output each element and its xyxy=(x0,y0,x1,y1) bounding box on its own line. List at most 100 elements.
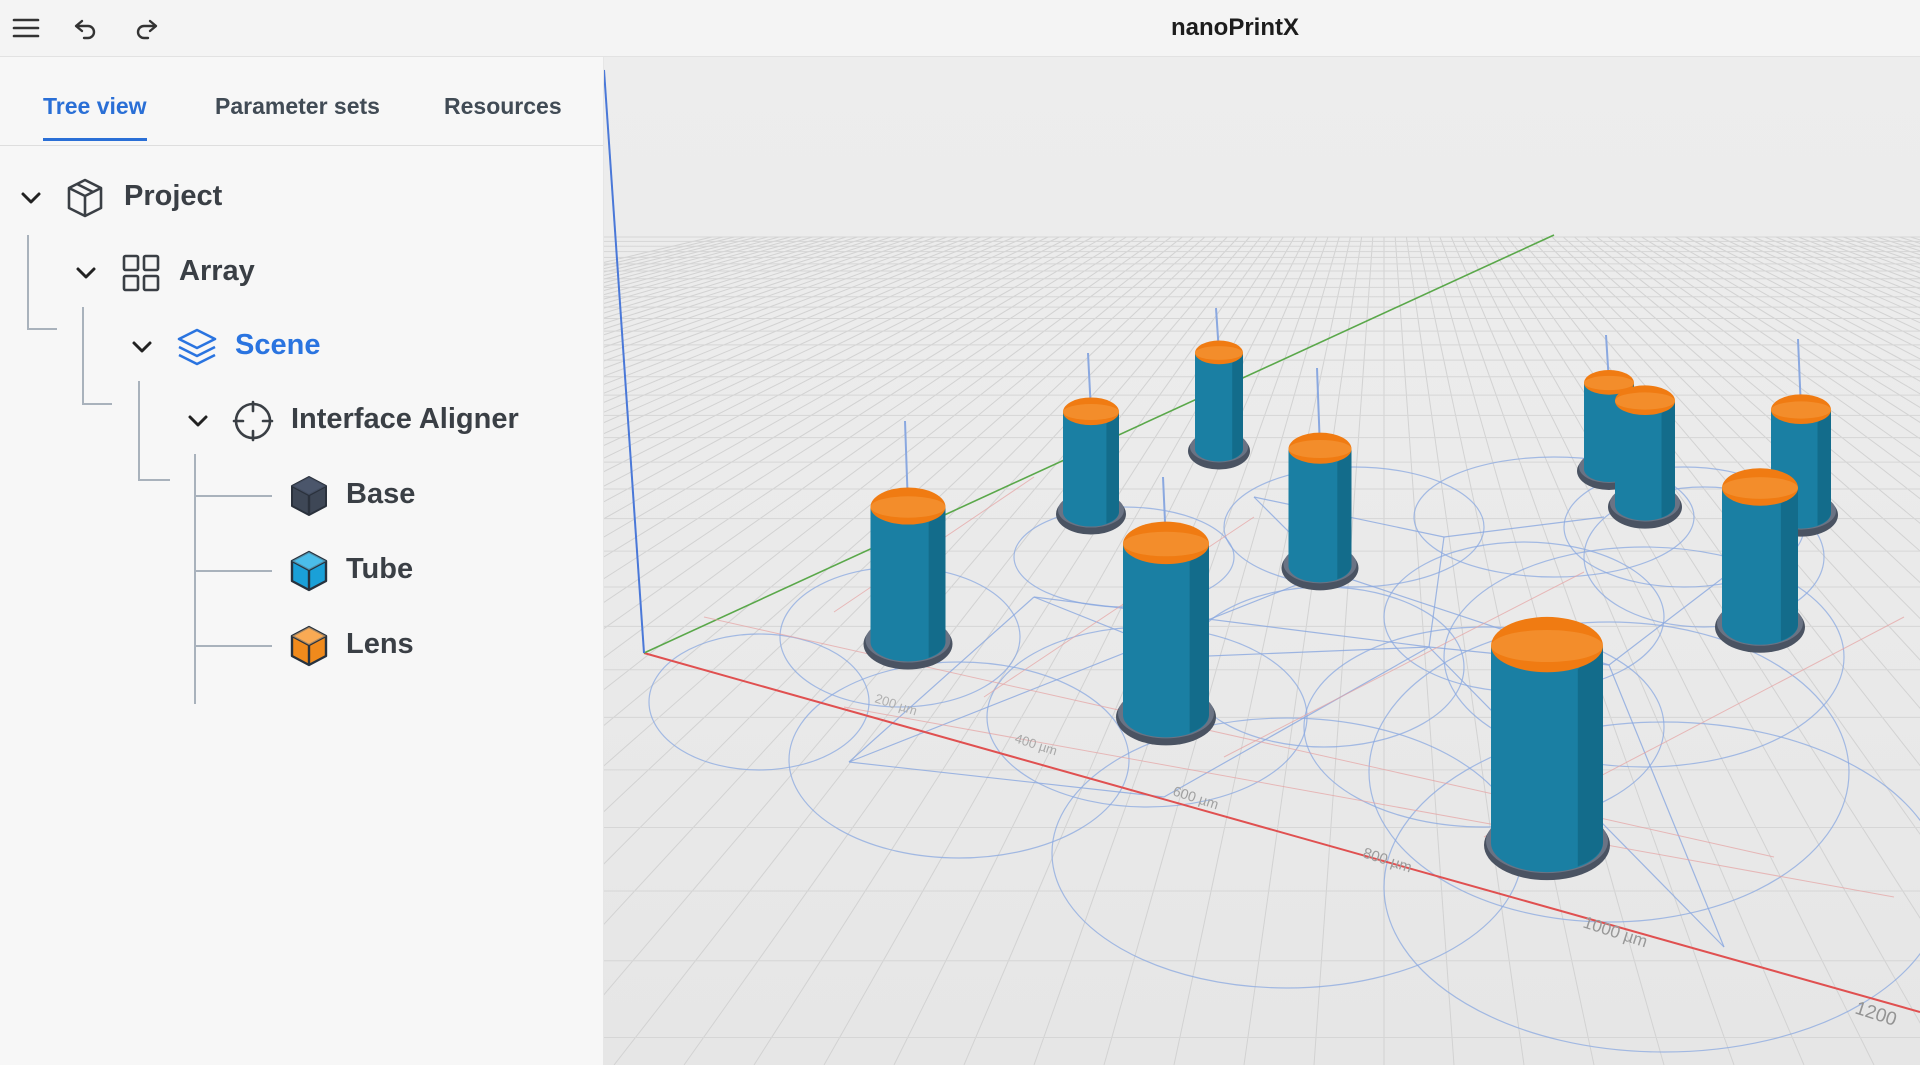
tree-item-tube[interactable]: Tube xyxy=(346,553,413,586)
axis-tick-label: 1000 µm xyxy=(1581,913,1650,952)
redo-button[interactable] xyxy=(126,8,166,48)
chevron-down-icon[interactable] xyxy=(128,333,156,361)
tree-connector xyxy=(194,495,272,497)
scene-canvas[interactable]: 200 µm 400 µm 600 µm 800 µm 1000 µm 1200 xyxy=(604,57,1920,1065)
printed-structure[interactable] xyxy=(1484,616,1610,881)
structure-lens-highlight xyxy=(1584,375,1634,391)
tree-connector xyxy=(194,570,272,572)
grid-line xyxy=(604,236,847,309)
undo-icon xyxy=(74,19,96,40)
grid-line xyxy=(604,236,836,304)
structure-tube-shade xyxy=(1189,544,1209,733)
tree-connector xyxy=(82,307,84,405)
axis-tick-label: 1200 xyxy=(1852,998,1899,1031)
array-pattern-circle xyxy=(788,661,1130,859)
layers-icon xyxy=(177,328,217,366)
printed-structure[interactable] xyxy=(1056,352,1126,535)
grid-line xyxy=(1652,236,1920,395)
printed-structure[interactable] xyxy=(1281,367,1359,591)
redo-icon xyxy=(136,19,158,40)
structure-tube-shade xyxy=(928,507,946,658)
grid-line xyxy=(1697,236,1920,350)
chevron-down-icon[interactable] xyxy=(72,259,100,287)
grid-line xyxy=(604,236,1049,446)
grid-line xyxy=(604,236,1094,503)
cube-icon xyxy=(290,550,328,592)
grid-line xyxy=(604,236,713,263)
array-pattern-line xyxy=(1183,646,1430,658)
grid-line xyxy=(604,236,1026,424)
axis-tick-label: 200 µm xyxy=(873,691,919,719)
tree-item-interface-aligner[interactable]: Interface Aligner xyxy=(291,403,519,436)
array-pattern-line xyxy=(1033,596,1430,648)
structure-lens-highlight xyxy=(1063,403,1119,421)
structure-lens-highlight xyxy=(1771,401,1831,419)
package-icon xyxy=(67,178,103,218)
3d-viewport[interactable]: 200 µm 400 µm 600 µm 800 µm 1000 µm 1200 xyxy=(604,57,1920,1065)
structure-lens-highlight xyxy=(1722,477,1798,499)
grid-line xyxy=(1876,236,1920,252)
tree-item-array[interactable]: Array xyxy=(179,255,255,288)
grid-line xyxy=(1843,236,1920,264)
structure-lens-highlight xyxy=(1195,346,1243,360)
chevron-down-icon[interactable] xyxy=(17,184,45,212)
grid-line xyxy=(1663,236,1920,382)
printed-structure[interactable] xyxy=(1715,468,1805,653)
tab-parameter-sets[interactable]: Parameter sets xyxy=(215,93,380,138)
printed-structure[interactable] xyxy=(863,420,953,670)
structure-lens-highlight xyxy=(1491,629,1603,663)
tree-connector xyxy=(194,645,272,647)
grid-line xyxy=(604,236,825,300)
grid-line xyxy=(1775,236,1920,296)
grid-line xyxy=(1674,236,1920,371)
tab-resources[interactable]: Resources xyxy=(444,93,562,138)
grid-line xyxy=(1394,236,1455,1065)
grid-line xyxy=(1641,236,1920,409)
grid-line xyxy=(1787,236,1920,290)
tree-item-lens[interactable]: Lens xyxy=(346,628,414,661)
structure-tube-shade xyxy=(1661,401,1675,518)
tree-connector xyxy=(138,479,170,481)
grid-line xyxy=(604,236,780,284)
crosshair-icon xyxy=(232,400,274,442)
tree-connector xyxy=(27,328,57,330)
axis-tick-labels: 200 µm 400 µm 600 µm 800 µm 1000 µm 1200 xyxy=(873,691,1899,1031)
grid-line xyxy=(604,236,1038,435)
axis-tick-label: 400 µm xyxy=(1013,731,1059,759)
grid-line xyxy=(1753,236,1920,309)
grid-line xyxy=(1764,236,1920,302)
array-pattern-line xyxy=(848,761,1165,798)
grid-line xyxy=(1899,236,1920,244)
structure-tube-shade xyxy=(1817,410,1831,526)
array-pattern-line xyxy=(1443,516,1605,538)
chevron-down-icon[interactable] xyxy=(184,407,212,435)
structure-tube-shade xyxy=(1577,646,1603,867)
top-bar: nanoPrintX xyxy=(0,0,1920,57)
array-pattern-line xyxy=(1608,576,1725,666)
tab-tree-view[interactable]: Tree view xyxy=(43,93,147,141)
hamburger-menu-icon xyxy=(12,18,40,38)
x-axis-line xyxy=(643,652,1920,1013)
grid-icon xyxy=(122,254,160,292)
tree-connector xyxy=(194,454,196,704)
grid-line xyxy=(1708,236,1920,341)
menu-button[interactable] xyxy=(6,8,46,48)
grid-line xyxy=(1798,236,1920,284)
structure-tube-shade xyxy=(1337,449,1352,580)
array-pattern-circle xyxy=(1051,717,1523,989)
tab-bar: Tree view Parameter sets Resources xyxy=(0,57,603,146)
grid-line xyxy=(893,236,1307,1065)
axis-tick-label: 800 µm xyxy=(1361,845,1414,877)
undo-button[interactable] xyxy=(66,8,106,48)
cube-icon xyxy=(291,476,327,516)
app-title: nanoPrintX xyxy=(1170,14,1299,41)
tree-connector xyxy=(27,235,29,330)
tree-item-scene[interactable]: Scene xyxy=(235,329,320,362)
grid-line xyxy=(604,236,1071,473)
tree-connector xyxy=(82,403,112,405)
tree-item-base[interactable]: Base xyxy=(346,478,415,511)
array-pattern-circle xyxy=(1303,626,1665,828)
array-pattern-line xyxy=(1608,664,1725,948)
tree-item-project[interactable]: Project xyxy=(124,180,222,213)
printed-structure[interactable] xyxy=(1608,385,1682,529)
